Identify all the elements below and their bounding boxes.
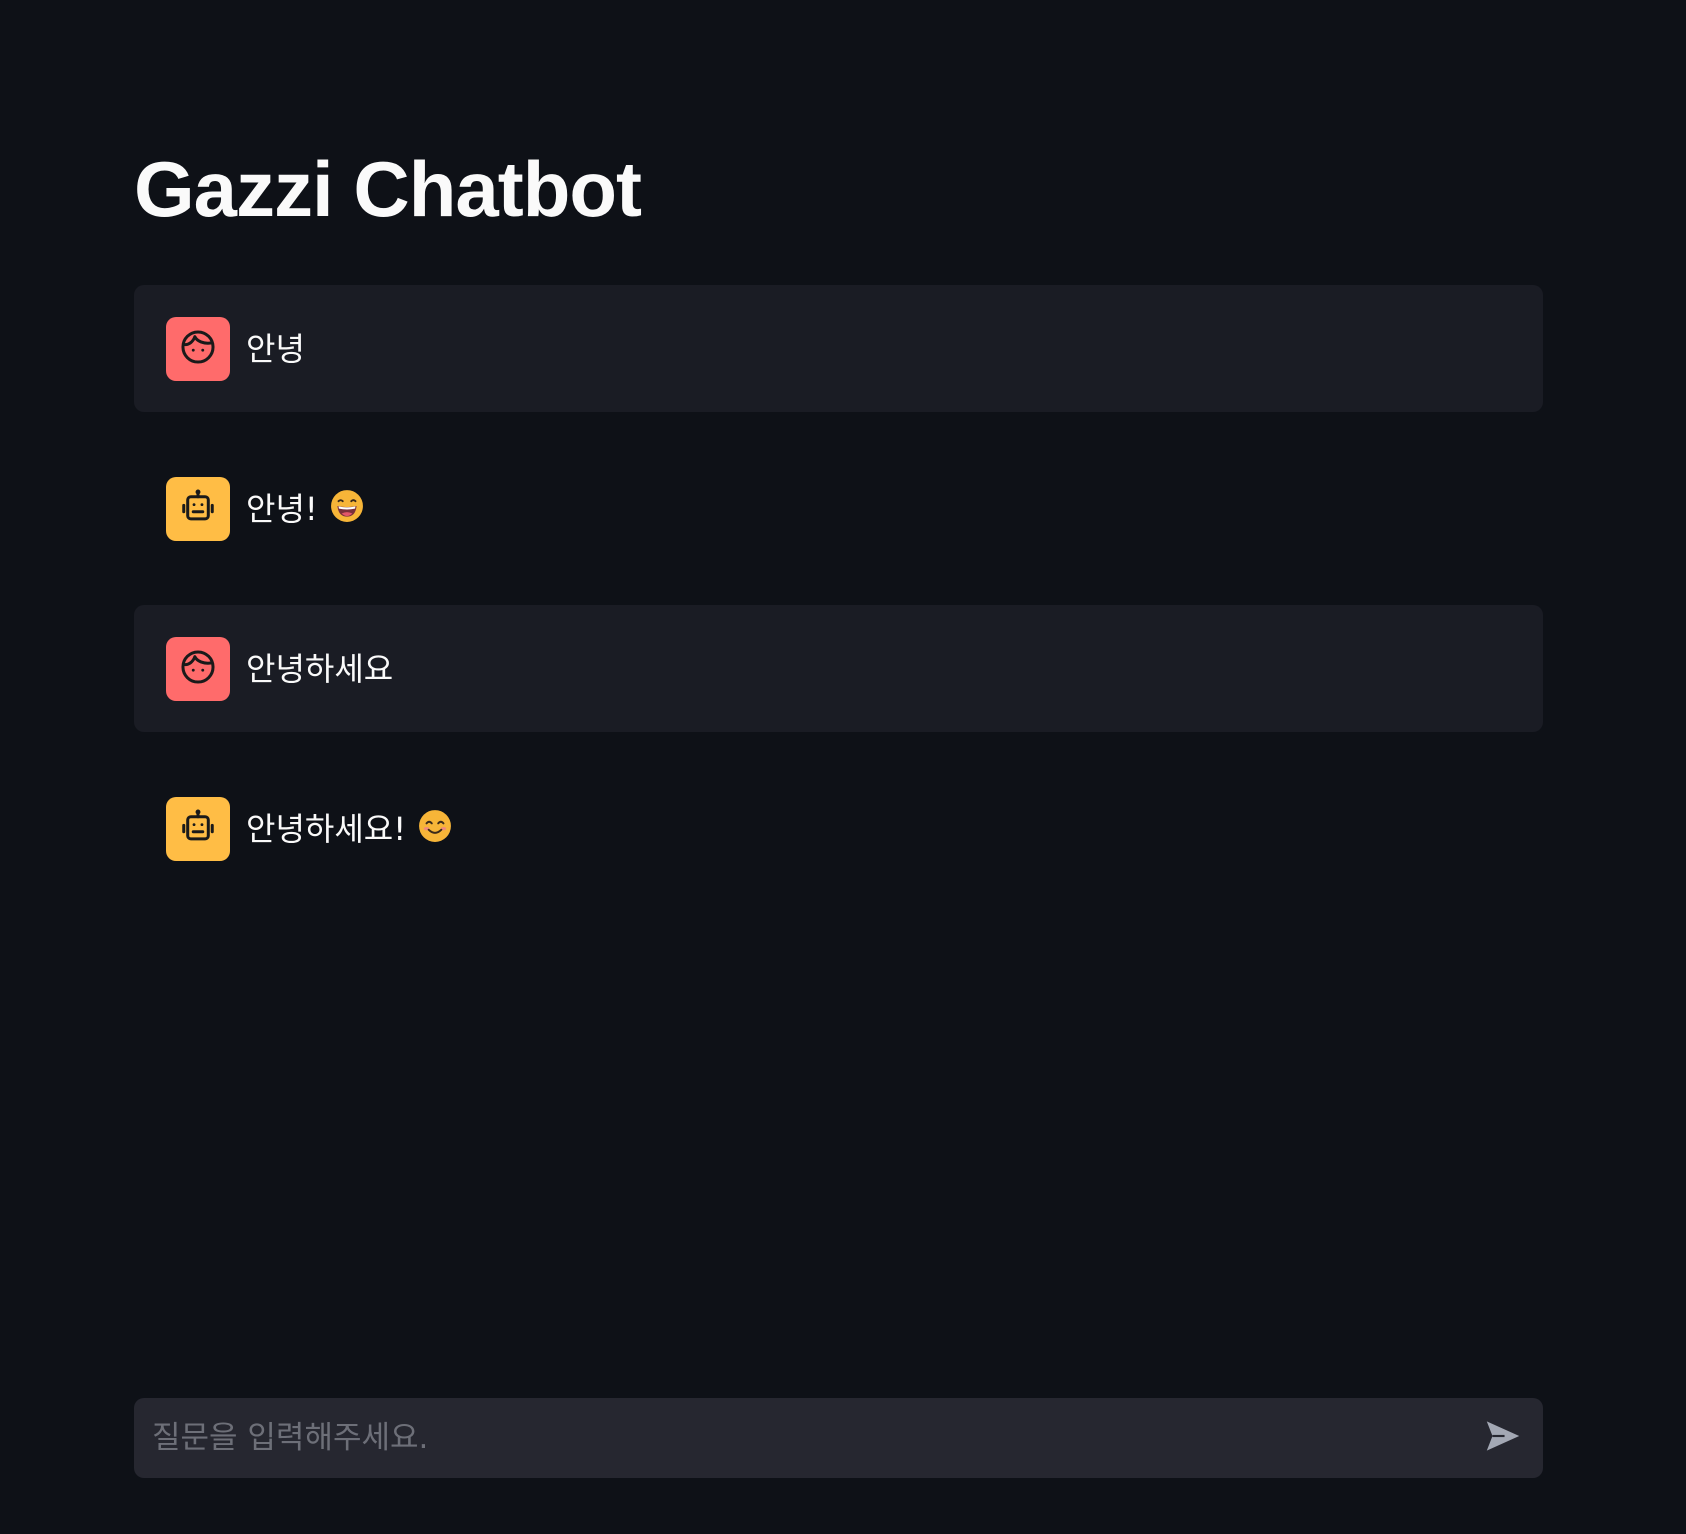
message-text-content: 안녕 bbox=[246, 329, 305, 368]
chat-message-assistant: 안녕하세요! bbox=[134, 765, 1543, 892]
page-title: Gazzi Chatbot bbox=[134, 145, 642, 233]
assistant-avatar bbox=[166, 796, 230, 861]
message-text-content: 안녕하세요! bbox=[246, 809, 407, 848]
message-text-content: 안녕! bbox=[246, 489, 318, 528]
smiling-face-emoji-icon bbox=[418, 809, 452, 848]
face-icon bbox=[179, 328, 217, 370]
grinning-face-emoji-icon bbox=[330, 489, 364, 528]
robot-icon bbox=[179, 488, 217, 530]
robot-icon bbox=[179, 808, 217, 850]
send-button[interactable] bbox=[1483, 1418, 1523, 1458]
user-avatar bbox=[166, 636, 230, 701]
user-avatar bbox=[166, 316, 230, 381]
face-icon bbox=[179, 648, 217, 690]
chat-input-container bbox=[134, 1398, 1543, 1478]
message-text: 안녕! bbox=[246, 489, 364, 528]
message-text: 안녕하세요! bbox=[246, 809, 452, 848]
assistant-avatar bbox=[166, 476, 230, 541]
message-text: 안녕 bbox=[246, 333, 305, 365]
chat-message-user: 안녕 bbox=[134, 285, 1543, 412]
chat-message-user: 안녕하세요 bbox=[134, 605, 1543, 732]
chat-history: 안녕 안녕! 안녕하세요 안녕하세요! bbox=[134, 285, 1543, 925]
message-text-content: 안녕하세요 bbox=[246, 649, 394, 688]
chat-input[interactable] bbox=[152, 1398, 1452, 1478]
chat-message-assistant: 안녕! bbox=[134, 445, 1543, 572]
message-text: 안녕하세요 bbox=[246, 653, 393, 685]
send-icon bbox=[1484, 1419, 1522, 1457]
